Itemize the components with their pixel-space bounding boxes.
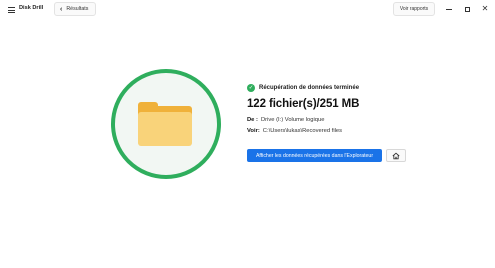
folder-icon bbox=[138, 102, 194, 146]
recovered-summary: 122 fichier(s)/251 MB bbox=[247, 98, 360, 110]
path-value[interactable]: C:\Users\lukas\Recovered files bbox=[263, 128, 342, 134]
destination-path-row: Voir: C:\Users\lukas\Recovered files bbox=[247, 128, 342, 134]
app-title: Disk Drill bbox=[19, 5, 44, 11]
status-text: Récupération de données terminée bbox=[259, 85, 360, 91]
app-window: Disk Drill ‹ Résultats Voir rapports ✕ ✓… bbox=[0, 0, 495, 268]
home-button[interactable] bbox=[386, 149, 406, 162]
close-icon: ✕ bbox=[481, 4, 489, 13]
chevron-left-icon: ‹ bbox=[60, 5, 63, 13]
path-label: Voir: bbox=[247, 128, 260, 134]
maximize-button[interactable] bbox=[460, 3, 474, 15]
close-button[interactable]: ✕ bbox=[478, 3, 492, 15]
view-reports-button[interactable]: Voir rapports bbox=[393, 2, 435, 16]
source-label: De : bbox=[247, 117, 258, 123]
title-bar: Disk Drill ‹ Résultats Voir rapports ✕ bbox=[0, 0, 495, 20]
show-in-explorer-button[interactable]: Afficher les données récupérées dans l'E… bbox=[247, 149, 382, 162]
check-circle-icon: ✓ bbox=[247, 84, 255, 92]
minimize-icon bbox=[446, 8, 452, 10]
back-to-results-button[interactable]: ‹ Résultats bbox=[54, 2, 97, 16]
menu-icon bbox=[7, 7, 15, 13]
folder-illustration bbox=[111, 69, 221, 179]
home-icon bbox=[392, 152, 400, 159]
back-button-label: Résultats bbox=[66, 6, 89, 12]
source-drive-row: De : Drive (I:) Volume logique bbox=[247, 117, 324, 123]
status-line: ✓ Récupération de données terminée bbox=[247, 84, 359, 92]
maximize-icon bbox=[464, 6, 470, 12]
minimize-button[interactable] bbox=[442, 3, 456, 15]
source-value: Drive (I:) Volume logique bbox=[260, 117, 325, 123]
menu-button[interactable] bbox=[4, 3, 18, 17]
